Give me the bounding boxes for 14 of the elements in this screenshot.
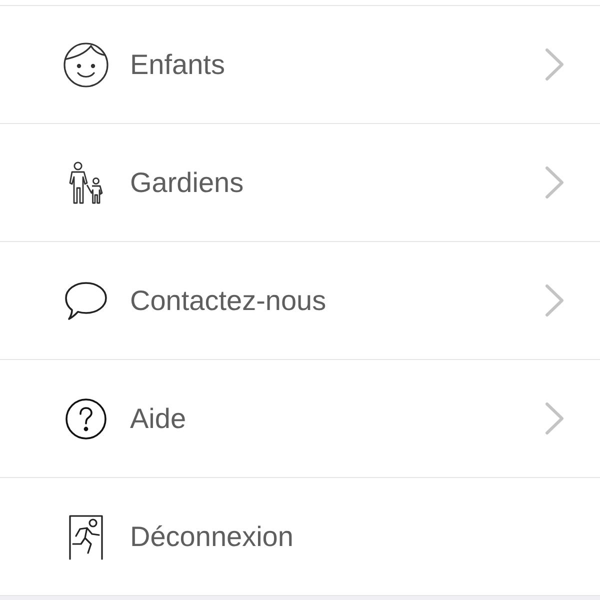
chevron-right-icon (545, 402, 564, 435)
adult-child-icon (67, 160, 105, 204)
speech-bubble-icon (64, 280, 108, 320)
exit-runner-icon (68, 514, 104, 560)
menu-label: Aide (130, 402, 188, 436)
face-icon (63, 42, 109, 88)
help-icon (65, 398, 107, 440)
menu-label: Gardiens (130, 166, 245, 200)
menu-label: Contactez-nous (130, 284, 328, 318)
chevron-right-icon (545, 284, 564, 317)
menu-label: Enfants (130, 48, 226, 82)
menu-label: Déconnexion (130, 520, 294, 554)
chevron-right-icon (545, 48, 564, 81)
chevron-right-icon (545, 166, 564, 199)
